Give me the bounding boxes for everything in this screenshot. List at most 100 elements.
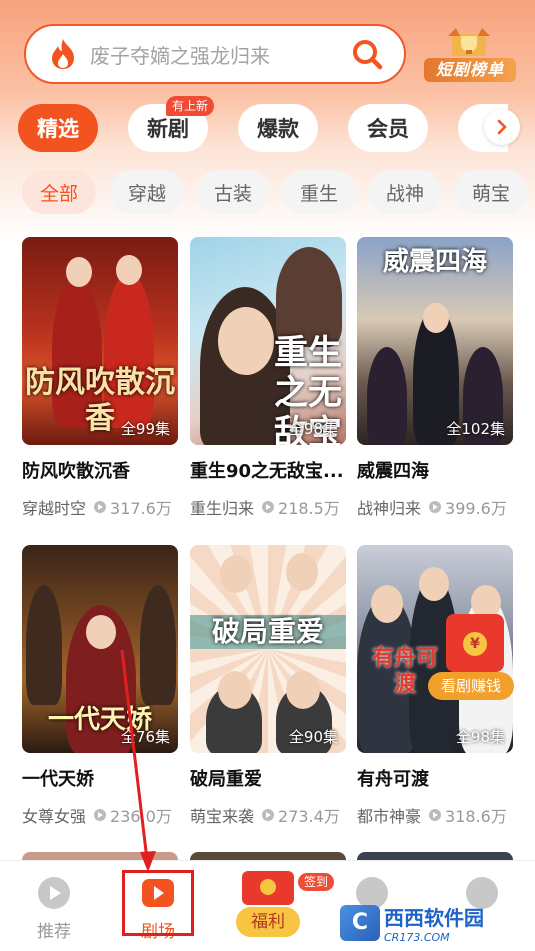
play-circle-icon	[38, 877, 70, 909]
rank-list-button[interactable]: 短剧榜单	[422, 22, 518, 84]
nav-label: 福利	[236, 907, 300, 937]
drama-genre: 战神归来	[357, 499, 422, 518]
views-count: 218.5万	[262, 495, 340, 519]
views-count: 318.6万	[429, 803, 507, 827]
trophy-icon	[448, 28, 490, 56]
poster-title: 破局重爱	[190, 615, 346, 649]
views-count: 317.6万	[94, 495, 172, 519]
search-bar[interactable]: 废子夺嫡之强龙归来	[24, 24, 406, 84]
play-icon	[429, 809, 442, 821]
drama-poster[interactable]: 重生之无敌宝 全98集	[190, 237, 346, 445]
tab-featured[interactable]: 精选	[18, 104, 98, 152]
drama-meta: 重生归来 218.5万	[190, 495, 346, 519]
site-watermark: C 西西软件园 CR173.COM	[340, 902, 530, 944]
highlight-annotation	[122, 870, 194, 936]
tab-label: 爆款	[257, 117, 299, 141]
views-value: 399.6万	[445, 499, 507, 518]
nav-recommend[interactable]: 推荐	[14, 861, 94, 951]
watermark-url: CR173.COM	[384, 931, 450, 944]
drama-card[interactable]: 一代天娇 全76集 一代天娇 女尊女强 236.0万	[22, 545, 178, 827]
drama-genre: 重生归来	[190, 499, 255, 518]
drama-title: 威震四海	[357, 461, 429, 482]
new-badge: 有上新	[165, 96, 214, 116]
views-value: 218.5万	[278, 499, 340, 518]
views-value: 273.4万	[278, 807, 340, 826]
episode-count: 全102集	[446, 420, 505, 438]
filter-label: 战神	[385, 182, 424, 205]
drama-genre: 萌宝来袭	[190, 807, 255, 826]
filter-time-travel[interactable]: 穿越	[110, 170, 184, 214]
drama-card[interactable]: 重生之无敌宝 全98集 重生90之无敌宝... 重生归来 218.5万	[190, 237, 346, 519]
play-icon	[429, 501, 442, 513]
filter-all[interactable]: 全部	[22, 170, 96, 214]
views-value: 317.6万	[110, 499, 172, 518]
drama-title: 破局重爱	[190, 769, 262, 790]
watermark-logo: C	[340, 905, 380, 941]
coin-icon: ¥	[463, 632, 487, 656]
watermark-name: 西西软件园	[384, 906, 484, 930]
search-input[interactable]: 废子夺嫡之强龙归来	[90, 40, 350, 69]
filter-label: 穿越	[127, 182, 166, 205]
tab-label: 会员	[367, 117, 409, 141]
play-icon	[94, 501, 107, 513]
play-icon	[262, 809, 275, 821]
drama-poster[interactable]: 破局重爱 全90集	[190, 545, 346, 753]
views-count: 273.4万	[262, 803, 340, 827]
tab-new[interactable]: 新剧 有上新	[128, 96, 214, 152]
play-icon	[262, 501, 275, 513]
drama-genre: 都市神豪	[357, 807, 422, 826]
gift-envelope-icon	[242, 871, 294, 905]
drama-card[interactable]: 防风吹散沉香 全99集 防风吹散沉香 穿越时空 317.6万	[22, 237, 178, 519]
views-value: 236.0万	[110, 807, 172, 826]
drama-poster[interactable]: 威震四海 全102集	[357, 237, 513, 445]
filter-label: 重生	[299, 182, 338, 205]
play-icon	[94, 809, 107, 821]
drama-title: 防风吹散沉香	[22, 461, 130, 482]
drama-genre: 穿越时空	[22, 499, 87, 518]
category-tabs: 精选 新剧 有上新 爆款 会员	[0, 96, 535, 156]
episode-count: 全90集	[288, 728, 338, 746]
views-value: 318.6万	[445, 807, 507, 826]
drama-title: 一代天娇	[22, 769, 94, 790]
sign-in-badge: 签到	[298, 873, 335, 891]
episode-count: 全98集	[455, 728, 505, 746]
nav-label: 推荐	[37, 922, 71, 942]
earn-money-widget[interactable]: ¥ 看剧赚钱	[428, 614, 514, 700]
tab-hot[interactable]: 爆款	[238, 104, 318, 152]
drama-genre: 女尊女强	[22, 807, 87, 826]
drama-title: 重生90之无敌宝...	[190, 461, 344, 482]
drama-meta: 女尊女强 236.0万	[22, 803, 178, 827]
filter-costume[interactable]: 古装	[196, 170, 270, 214]
drama-meta: 都市神豪 318.6万	[357, 803, 513, 827]
filter-cute-baby[interactable]: 萌宝	[454, 170, 528, 214]
red-envelope-icon: ¥	[446, 614, 504, 672]
drama-meta: 穿越时空 317.6万	[22, 495, 178, 519]
earn-money-label: 看剧赚钱	[428, 672, 514, 700]
tab-label: 新剧	[147, 117, 189, 141]
tab-vip[interactable]: 会员	[348, 104, 428, 152]
filter-rebirth[interactable]: 重生	[282, 170, 356, 214]
drama-title: 有舟可渡	[357, 769, 429, 790]
flame-icon	[48, 37, 78, 71]
rank-list-label: 短剧榜单	[424, 58, 516, 82]
drama-meta: 萌宝来袭 273.4万	[190, 803, 346, 827]
drama-card[interactable]: 威震四海 全102集 威震四海 战神归来 399.6万	[357, 237, 513, 519]
search-icon[interactable]	[350, 37, 384, 71]
views-count: 399.6万	[429, 495, 507, 519]
drama-card[interactable]: 破局重爱 全90集 破局重爱 萌宝来袭 273.4万	[190, 545, 346, 827]
drama-meta: 战神归来 399.6万	[357, 495, 513, 519]
filter-label: 萌宝	[471, 182, 510, 205]
filter-label: 全部	[39, 182, 78, 205]
drama-poster[interactable]: 一代天娇 全76集	[22, 545, 178, 753]
filter-label: 古装	[213, 182, 252, 205]
drama-poster[interactable]: 防风吹散沉香 全99集	[22, 237, 178, 445]
tabs-more-button[interactable]	[484, 109, 520, 145]
filter-war-god[interactable]: 战神	[368, 170, 442, 214]
episode-count: 全99集	[120, 420, 170, 438]
chevron-right-icon	[497, 119, 507, 135]
views-count: 236.0万	[94, 803, 172, 827]
nav-welfare[interactable]: 福利 签到	[228, 861, 335, 951]
tab-label: 精选	[37, 117, 79, 141]
episode-count: 全98集	[288, 420, 338, 438]
poster-title: 威震四海	[382, 247, 487, 277]
